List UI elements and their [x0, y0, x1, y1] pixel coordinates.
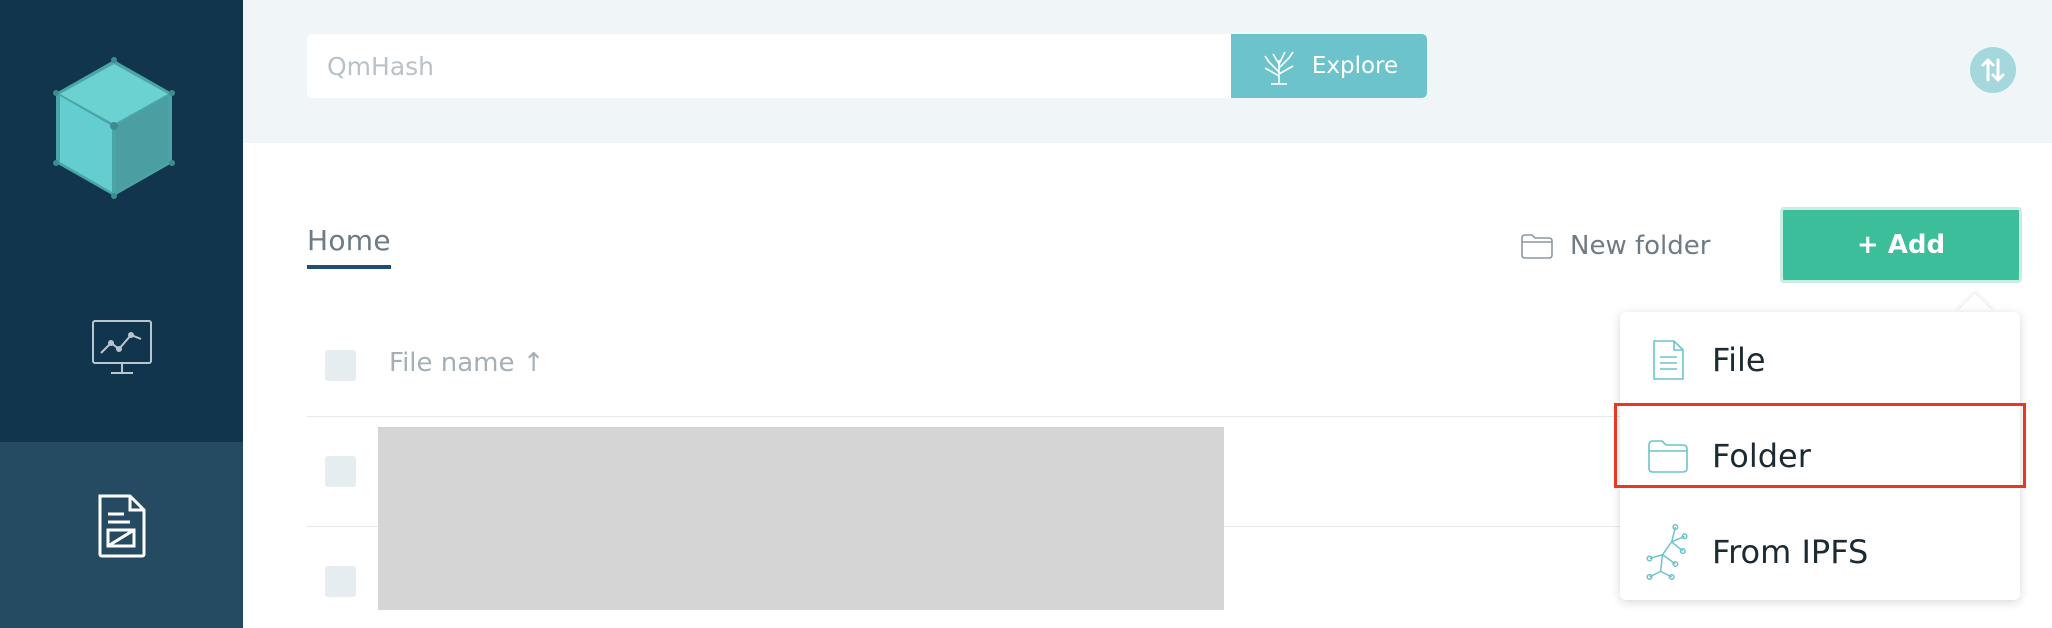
row-checkbox[interactable]	[325, 566, 356, 597]
tree-icon	[1264, 51, 1294, 85]
sidebar-item-status[interactable]	[0, 305, 243, 390]
add-menu: File Folder From IPFS	[1620, 312, 2020, 600]
folder-icon	[1648, 440, 1688, 473]
menu-item-label: Folder	[1712, 437, 1811, 475]
row-checkbox[interactable]	[325, 456, 356, 487]
ipfs-tree-icon	[1646, 524, 1688, 580]
redacted-file-list-region	[378, 427, 1224, 610]
menu-item-folder[interactable]: Folder	[1620, 408, 2020, 504]
search-input[interactable]	[307, 34, 1231, 98]
column-header-file-name[interactable]: File name ↑	[389, 348, 545, 378]
status-monitor-icon	[91, 319, 152, 374]
ipfs-cube-logo[interactable]	[50, 56, 178, 200]
menu-item-file[interactable]: File	[1620, 312, 2020, 408]
new-folder-label: New folder	[1570, 231, 1711, 261]
explore-button[interactable]: Explore	[1231, 34, 1427, 98]
sync-button[interactable]	[1970, 47, 2016, 93]
new-folder-button[interactable]: New folder	[1520, 226, 1710, 266]
file-icon	[1653, 340, 1684, 380]
folder-icon	[1521, 234, 1553, 259]
files-document-icon	[98, 494, 145, 558]
breadcrumb-home[interactable]: Home	[307, 224, 391, 269]
menu-item-label: From IPFS	[1712, 533, 1869, 571]
explore-label: Explore	[1311, 53, 1399, 79]
menu-item-label: File	[1712, 341, 1766, 379]
sidebar	[0, 0, 243, 628]
up-down-arrows-icon	[1981, 58, 2005, 82]
menu-item-from-ipfs[interactable]: From IPFS	[1620, 504, 2020, 600]
select-all-checkbox[interactable]	[325, 350, 356, 381]
sidebar-item-files[interactable]	[0, 442, 243, 628]
add-button[interactable]: + Add	[1780, 207, 2022, 283]
